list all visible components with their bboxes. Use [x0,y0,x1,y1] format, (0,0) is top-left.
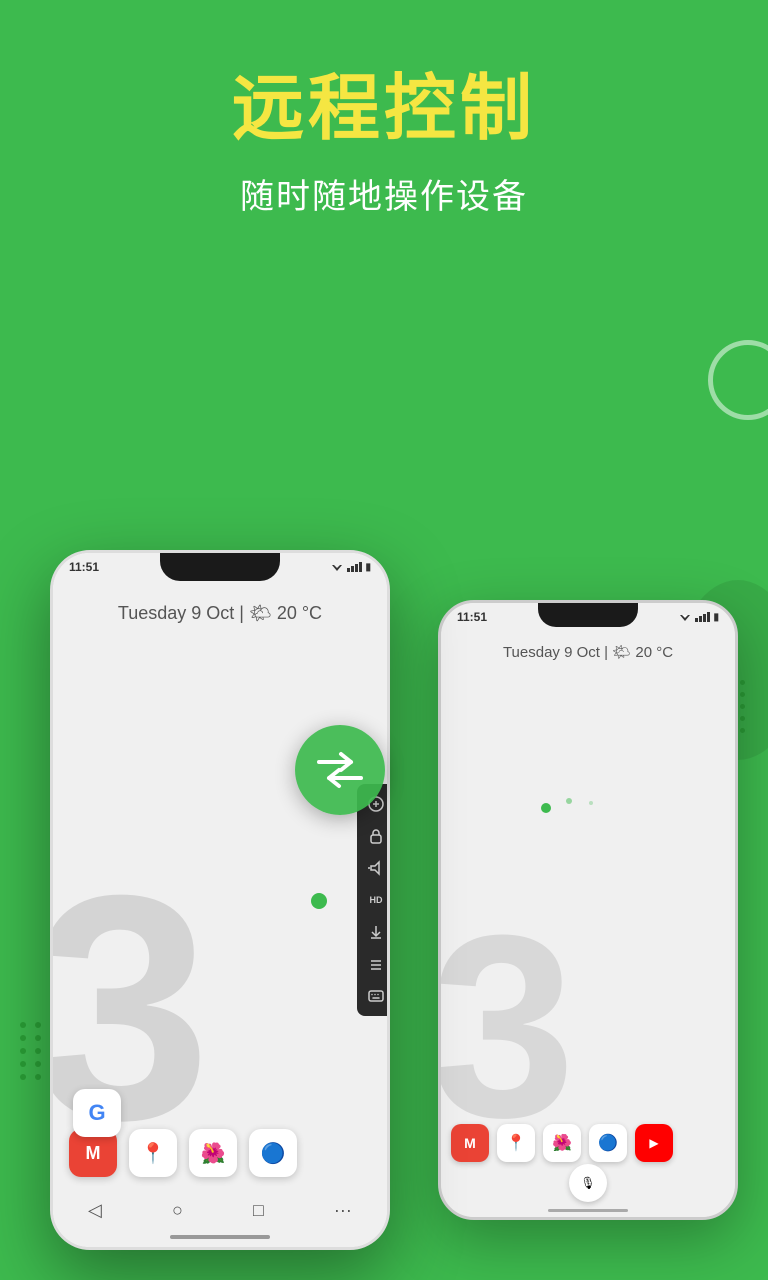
switch-icon-overlay[interactable] [295,725,385,815]
app-icon-gmail-back: M [451,1124,489,1162]
app-icon-chrome-front: 🔵 [249,1129,297,1177]
phone-back-green-dot-1 [541,803,551,813]
app-icon-youtube-back: ▶ [635,1124,673,1162]
phones-container: 11:51 ▮ [0,380,768,1280]
app-icon-maps-back: 📍 [497,1124,535,1162]
wifi-icon [678,611,692,623]
hd-label: HD [370,895,383,905]
phone-front-google-g: G [73,1089,121,1137]
battery-icon: ▮ [713,612,719,623]
phone-back-assistant: 🎙 [569,1164,607,1202]
phone-back-status-bar: 11:51 ▮ [457,607,719,627]
title-section: 远程控制 随时随地操作设备 [0,0,768,238]
switch-arrows-icon [313,750,367,790]
phone-front-green-dot [311,893,327,909]
phone-front-status-icons: ▮ [330,561,371,573]
nav-home-icon: ○ [172,1200,183,1221]
phone-back-dock: M 📍 🌺 🔵 ▶ [451,1124,725,1162]
app-icon-photos-back: 🌺 [543,1124,581,1162]
google-g-icon: G [73,1089,121,1137]
phone-front-date: Tuesday 9 Oct | 🌤 20 °C [53,603,387,624]
nav-more-icon: ··· [334,1200,352,1221]
ctrl-btn-download[interactable] [362,918,390,946]
phone-back-green-dot-3 [589,801,593,805]
phone-back-green-dot-2 [566,798,572,804]
phone-back: 11:51 ▮ [438,600,738,1220]
app-icon-maps-front: 📍 [129,1129,177,1177]
phone-front-time: 11:51 [69,560,99,574]
control-panel: HD [357,784,390,1016]
app-icon-chrome-back: 🔵 [589,1124,627,1162]
sub-title: 随时随地操作设备 [0,169,768,218]
ctrl-btn-sound[interactable] [362,854,390,882]
google-assistant-icon: 🎙 [569,1164,607,1202]
signal-bars-icon [695,612,710,622]
phone-back-status-icons: ▮ [678,611,719,623]
phone-back-date: Tuesday 9 Oct | 🌤 20 °C [441,643,735,661]
phone-front-screen: 11:51 ▮ [53,553,387,1247]
main-title: 远程控制 [0,70,768,149]
phone-front-nav: ◁ ○ □ ··· [53,1194,387,1227]
app-icon-photos-front: 🌺 [189,1129,237,1177]
nav-recents-icon: □ [253,1200,264,1221]
ctrl-btn-hd[interactable]: HD [362,886,390,914]
keyboard-icon [368,990,384,1002]
ctrl-btn-lock[interactable] [362,822,390,850]
ctrl-btn-settings[interactable] [362,950,390,978]
lock-icon [369,828,383,844]
settings-sliders-icon [369,957,383,971]
phone-back-screen: 11:51 ▮ [441,603,735,1217]
phone-front: 11:51 ▮ [50,550,390,1250]
phone-front-status-bar: 11:51 ▮ [69,557,371,577]
page-container: 远程控制 随时随地操作设备 11:51 [0,0,768,1280]
download-icon [369,925,383,939]
phone-back-time: 11:51 [457,610,487,624]
sound-icon [368,860,384,876]
nav-back-icon: ◁ [88,1200,102,1221]
phone-back-bottom-bar [548,1209,628,1212]
signal-bars-front [347,562,362,572]
wifi-icon-front [330,561,344,573]
battery-icon-front: ▮ [365,562,371,573]
ctrl-btn-keyboard[interactable] [362,982,390,1010]
phone-front-bottom-bar [170,1235,270,1239]
phone-back-wallpaper: 3 [438,897,576,1157]
